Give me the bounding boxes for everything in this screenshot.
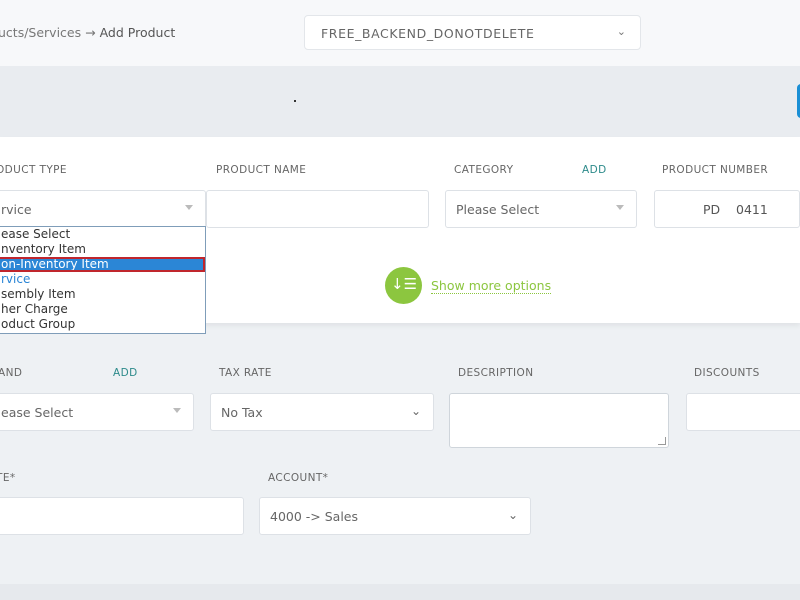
product-type-value: rvice xyxy=(1,202,32,217)
product-number-label: PRODUCT NUMBER xyxy=(662,164,769,176)
brand-label: AND xyxy=(0,367,23,379)
tax-rate-select[interactable]: No Tax ⌄ xyxy=(210,393,434,431)
dropdown-option[interactable]: rvice xyxy=(0,272,205,287)
product-number-input[interactable]: PD 0411 xyxy=(654,190,800,228)
show-more-button[interactable]: ↓☰ xyxy=(385,267,422,304)
product-name-label: PRODUCT NAME xyxy=(216,164,307,176)
brand-value: ease Select xyxy=(1,405,74,420)
discounts-label: DISCOUNTS xyxy=(694,367,760,379)
chevron-down-icon: ⌄ xyxy=(410,404,421,418)
dropdown-option-selected[interactable]: on-Inventory Item xyxy=(0,257,205,272)
category-label: CATEGORY xyxy=(454,164,514,176)
tax-rate-label: TAX RATE xyxy=(219,367,272,379)
caret-down-icon xyxy=(616,205,624,210)
show-more-link[interactable]: Show more options xyxy=(431,278,552,294)
category-select[interactable]: Please Select xyxy=(445,190,637,228)
dropdown-option[interactable]: sembly Item xyxy=(0,287,205,302)
breadcrumb: ucts/Services → Add Product xyxy=(0,25,175,40)
dropdown-option[interactable]: nventory Item xyxy=(0,242,205,257)
header-band xyxy=(0,66,800,137)
caret-down-icon xyxy=(185,205,193,210)
brand-select[interactable]: ease Select xyxy=(0,393,194,431)
description-textarea[interactable] xyxy=(449,393,669,448)
account-label: ACCOUNT* xyxy=(268,472,329,484)
product-type-select[interactable]: rvice xyxy=(0,190,206,228)
footer-band xyxy=(0,584,800,600)
product-number-value: 0411 xyxy=(736,202,768,217)
resize-handle-icon[interactable] xyxy=(658,437,666,445)
product-type-label: ODUCT TYPE xyxy=(0,164,67,176)
product-number-prefix: PD xyxy=(703,202,721,217)
chevron-down-icon: ⌄ xyxy=(616,25,626,38)
account-select[interactable]: 4000 -> Sales ⌄ xyxy=(259,497,531,535)
rate-input[interactable] xyxy=(0,497,244,535)
product-type-dropdown[interactable]: ease Select nventory Item on-Inventory I… xyxy=(0,226,206,334)
tax-rate-value: No Tax xyxy=(221,405,263,420)
brand-add-link[interactable]: ADD xyxy=(113,367,138,379)
caret-down-icon xyxy=(173,408,181,413)
category-add-link[interactable]: ADD xyxy=(582,164,607,176)
breadcrumb-arrow: → xyxy=(85,25,96,40)
discounts-input[interactable] xyxy=(686,393,800,431)
loading-dot xyxy=(294,100,296,102)
top-bar: ucts/Services → Add Product FREE_BACKEND… xyxy=(0,0,800,66)
breadcrumb-parent[interactable]: ucts/Services xyxy=(0,25,81,40)
company-select[interactable]: FREE_BACKEND_DONOTDELETE ⌄ xyxy=(304,15,641,50)
description-label: DESCRIPTION xyxy=(458,367,534,379)
rate-label: TE* xyxy=(0,472,16,484)
category-value: Please Select xyxy=(456,202,540,217)
dropdown-option[interactable]: ease Select xyxy=(0,227,205,242)
dropdown-option[interactable]: her Charge xyxy=(0,302,205,317)
sort-list-icon: ↓☰ xyxy=(391,275,418,293)
account-value: 4000 -> Sales xyxy=(270,509,359,524)
breadcrumb-current: Add Product xyxy=(99,25,176,40)
dropdown-option[interactable]: oduct Group xyxy=(0,317,205,332)
product-name-input[interactable] xyxy=(206,190,429,228)
chevron-down-icon: ⌄ xyxy=(507,508,518,522)
company-select-value: FREE_BACKEND_DONOTDELETE xyxy=(321,26,535,41)
